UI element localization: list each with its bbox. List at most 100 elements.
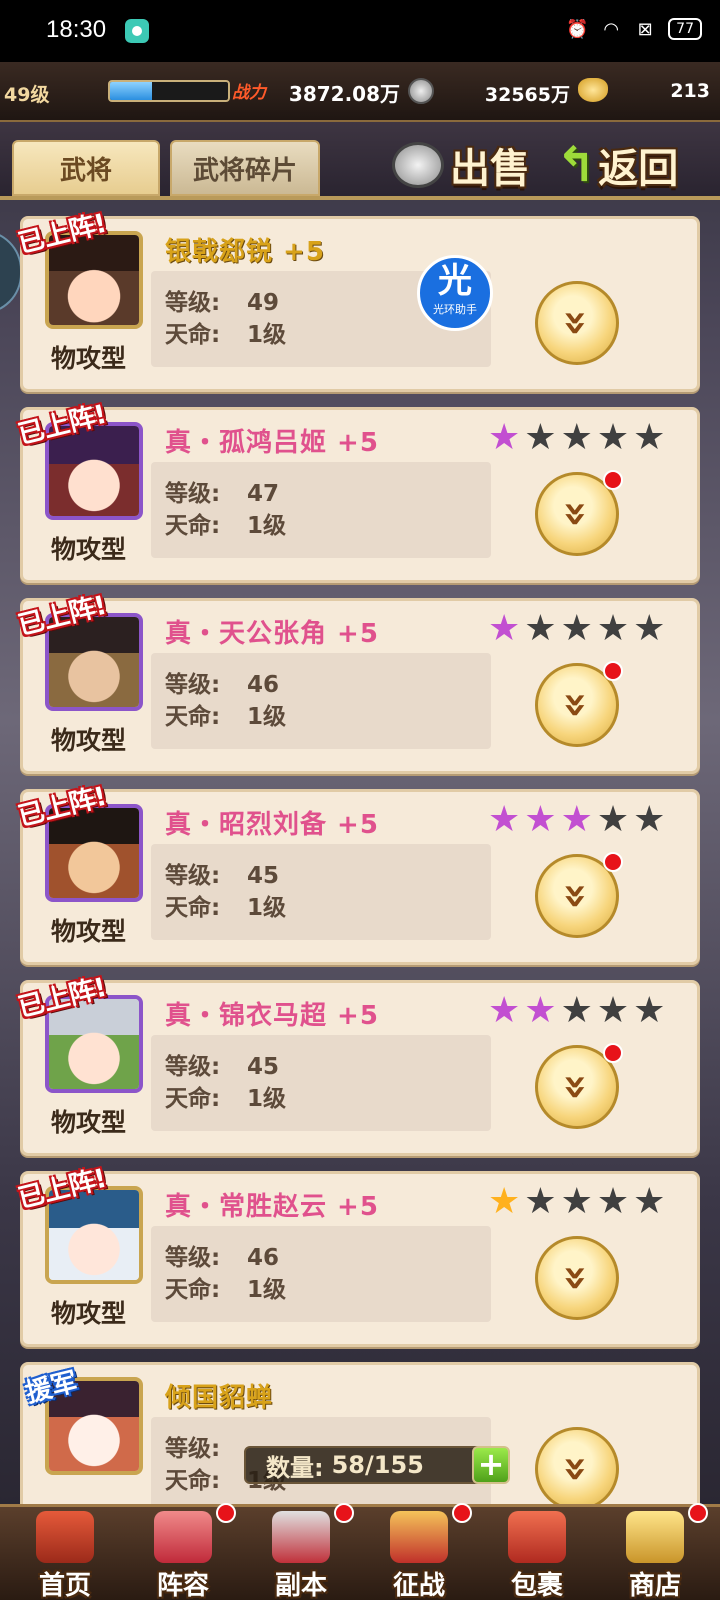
fate-label: 天命: bbox=[165, 1468, 221, 1494]
sell-label: 出售 bbox=[450, 146, 530, 192]
level-label: 等级: bbox=[165, 290, 221, 316]
star-icon: ★ bbox=[560, 1181, 593, 1222]
fate-label: 天命: bbox=[165, 895, 221, 921]
star-icon: ★ bbox=[596, 417, 630, 458]
nav-bag[interactable]: 包裹 bbox=[478, 1507, 596, 1600]
nav-lineup[interactable]: 阵容 bbox=[124, 1503, 242, 1600]
back-button[interactable]: ↰ 返回 bbox=[556, 137, 679, 193]
level-label: 等级: bbox=[165, 672, 221, 698]
star-icon: ★ bbox=[596, 1181, 630, 1222]
chevron-down-icon: » bbox=[552, 882, 602, 910]
sell-button[interactable]: 出售 bbox=[392, 138, 530, 192]
general-type: 物攻型 bbox=[51, 726, 127, 755]
quantity-label: 数量: bbox=[266, 1453, 324, 1482]
nav-campaign[interactable]: 征战 bbox=[360, 1503, 478, 1600]
dungeon-icon bbox=[272, 1511, 330, 1563]
general-card[interactable]: 已上阵! 物攻型 真・天公张角 +5 等级: 46 天命: 1级 ★ ★ ★ ★ ★» bbox=[15, 591, 700, 774]
general-type: 物攻型 bbox=[51, 1108, 127, 1137]
quantity-value: 58/155 bbox=[331, 1451, 424, 1479]
level-row: 等级: 49 bbox=[165, 283, 279, 317]
star-icon: ★ bbox=[633, 799, 666, 840]
fate-value: 1级 bbox=[247, 1277, 287, 1303]
tab-generals[interactable]: 武将 bbox=[12, 140, 160, 196]
star-icon: ★ bbox=[524, 417, 557, 458]
general-type: 物攻型 bbox=[51, 344, 127, 373]
back-label: 返回 bbox=[598, 146, 679, 192]
level-value: 49 bbox=[247, 290, 280, 316]
general-name: 真・天公张角 +5 bbox=[165, 619, 379, 649]
nav-label: 包裹 bbox=[510, 1571, 563, 1600]
level-label: 等级: bbox=[165, 481, 221, 507]
star-icon: ★ bbox=[488, 990, 521, 1031]
star-icon: ★ bbox=[488, 799, 521, 840]
star-icon: ★ bbox=[488, 608, 521, 649]
star-icon: ★ bbox=[488, 417, 521, 458]
campaign-icon bbox=[390, 1511, 448, 1563]
notification-dot bbox=[603, 1043, 623, 1063]
helper-watermark-icon[interactable]: 光光环助手 bbox=[417, 255, 493, 331]
star-icon: ★ bbox=[560, 608, 593, 649]
fate-label: 天命: bbox=[165, 1277, 221, 1303]
level-row: 等级: 45 bbox=[165, 856, 279, 890]
general-name: 真・锦衣马超 +5 bbox=[165, 1001, 379, 1031]
expand-button[interactable]: » bbox=[535, 1236, 619, 1320]
power-icon: 战力 bbox=[232, 83, 266, 103]
general-name: 真・昭烈刘备 +5 bbox=[165, 810, 379, 840]
tab-bar: 武将 武将碎片 出售 ↰ 返回 bbox=[0, 122, 720, 200]
expand-button[interactable]: » bbox=[535, 281, 619, 365]
star-icon: ★ bbox=[524, 608, 557, 649]
fate-row: 天命: 1级 bbox=[165, 1079, 286, 1113]
level-value: 46 bbox=[247, 672, 280, 698]
status-time: 18:30 bbox=[46, 16, 107, 43]
sim-icon: ⊠ bbox=[637, 18, 653, 40]
general-info: 等级: 46 天命: 1级 bbox=[151, 1226, 491, 1322]
general-name: 真・孤鸿吕姬 +5 bbox=[165, 428, 379, 458]
chevron-down-icon: » bbox=[552, 500, 602, 528]
level-row: 等级: 46 bbox=[165, 665, 279, 699]
nav-dungeon[interactable]: 副本 bbox=[242, 1503, 360, 1600]
ingot-icon[interactable] bbox=[578, 78, 608, 102]
fate-label: 天命: bbox=[165, 1086, 221, 1112]
add-quantity-button[interactable]: + bbox=[472, 1446, 510, 1484]
status-bar: 18:30 ⏰ ◠ ⊠ 77 bbox=[0, 0, 720, 62]
alarm-icon: ⏰ bbox=[565, 18, 589, 40]
tab-general-fragments[interactable]: 武将碎片 bbox=[170, 140, 320, 196]
general-card[interactable]: 已上阵! 物攻型 真・昭烈刘备 +5 等级: 45 天命: 1级 ★ ★ ★ ★ ★» bbox=[15, 782, 700, 965]
star-rating: ★ ★ ★ ★ ★ bbox=[488, 1184, 665, 1220]
star-rating: ★ ★ ★ ★ ★ bbox=[488, 611, 665, 647]
star-icon: ★ bbox=[524, 990, 557, 1031]
watermark-char: 光 bbox=[438, 261, 472, 301]
app-notification-icon bbox=[125, 19, 149, 43]
general-info: 等级: 45 天命: 1级 bbox=[151, 844, 491, 940]
general-type: 物攻型 bbox=[51, 1299, 127, 1328]
fate-value: 1级 bbox=[247, 513, 287, 539]
chevron-down-icon: » bbox=[552, 1455, 602, 1483]
expand-button[interactable]: » bbox=[535, 1427, 619, 1504]
general-card[interactable]: 已上阵! 物攻型 真・孤鸿吕姬 +5 等级: 47 天命: 1级 ★ ★ ★ ★ ★» bbox=[15, 400, 700, 583]
star-icon: ★ bbox=[633, 1181, 666, 1222]
nav-shop[interactable]: 商店 bbox=[596, 1503, 714, 1600]
notification-dot bbox=[216, 1503, 236, 1523]
coin-icon bbox=[408, 78, 434, 104]
chevron-down-icon: » bbox=[552, 309, 602, 337]
notification-dot bbox=[603, 852, 623, 872]
star-icon: ★ bbox=[633, 990, 666, 1031]
general-card[interactable]: 已上阵! 物攻型 真・锦衣马超 +5 等级: 45 天命: 1级 ★ ★ ★ ★ ★» bbox=[15, 973, 700, 1156]
level-label: 等级: bbox=[165, 1054, 221, 1080]
nav-home[interactable]: 首页 bbox=[6, 1507, 124, 1600]
general-card[interactable]: 已上阵! 物攻型 银戟郄锐 +5 等级: 49 天命: 1级» 光光环助手 bbox=[15, 209, 700, 392]
star-icon: ★ bbox=[596, 608, 630, 649]
fate-value: 1级 bbox=[247, 1086, 287, 1112]
level-label: 等级: bbox=[165, 1436, 221, 1462]
wifi-icon: ◠ bbox=[603, 18, 620, 40]
chevron-down-icon: » bbox=[552, 1073, 602, 1101]
fate-row: 天命: 1级 bbox=[165, 315, 286, 349]
star-rating: ★ ★ ★ ★ ★ bbox=[488, 993, 665, 1029]
general-type: 物攻型 bbox=[51, 917, 127, 946]
fate-row: 天命: 1级 bbox=[165, 506, 286, 540]
notification-dot bbox=[603, 661, 623, 681]
general-card[interactable]: 已上阵! 物攻型 真・常胜赵云 +5 等级: 46 天命: 1级 ★ ★ ★ ★ ★» bbox=[15, 1164, 700, 1347]
bottom-nav: 首页 阵容 副本 征战 包裹 商店 bbox=[0, 1503, 720, 1600]
quantity-display: 数量: 58/155 bbox=[244, 1446, 506, 1484]
general-info: 等级: 47 天命: 1级 bbox=[151, 462, 491, 558]
